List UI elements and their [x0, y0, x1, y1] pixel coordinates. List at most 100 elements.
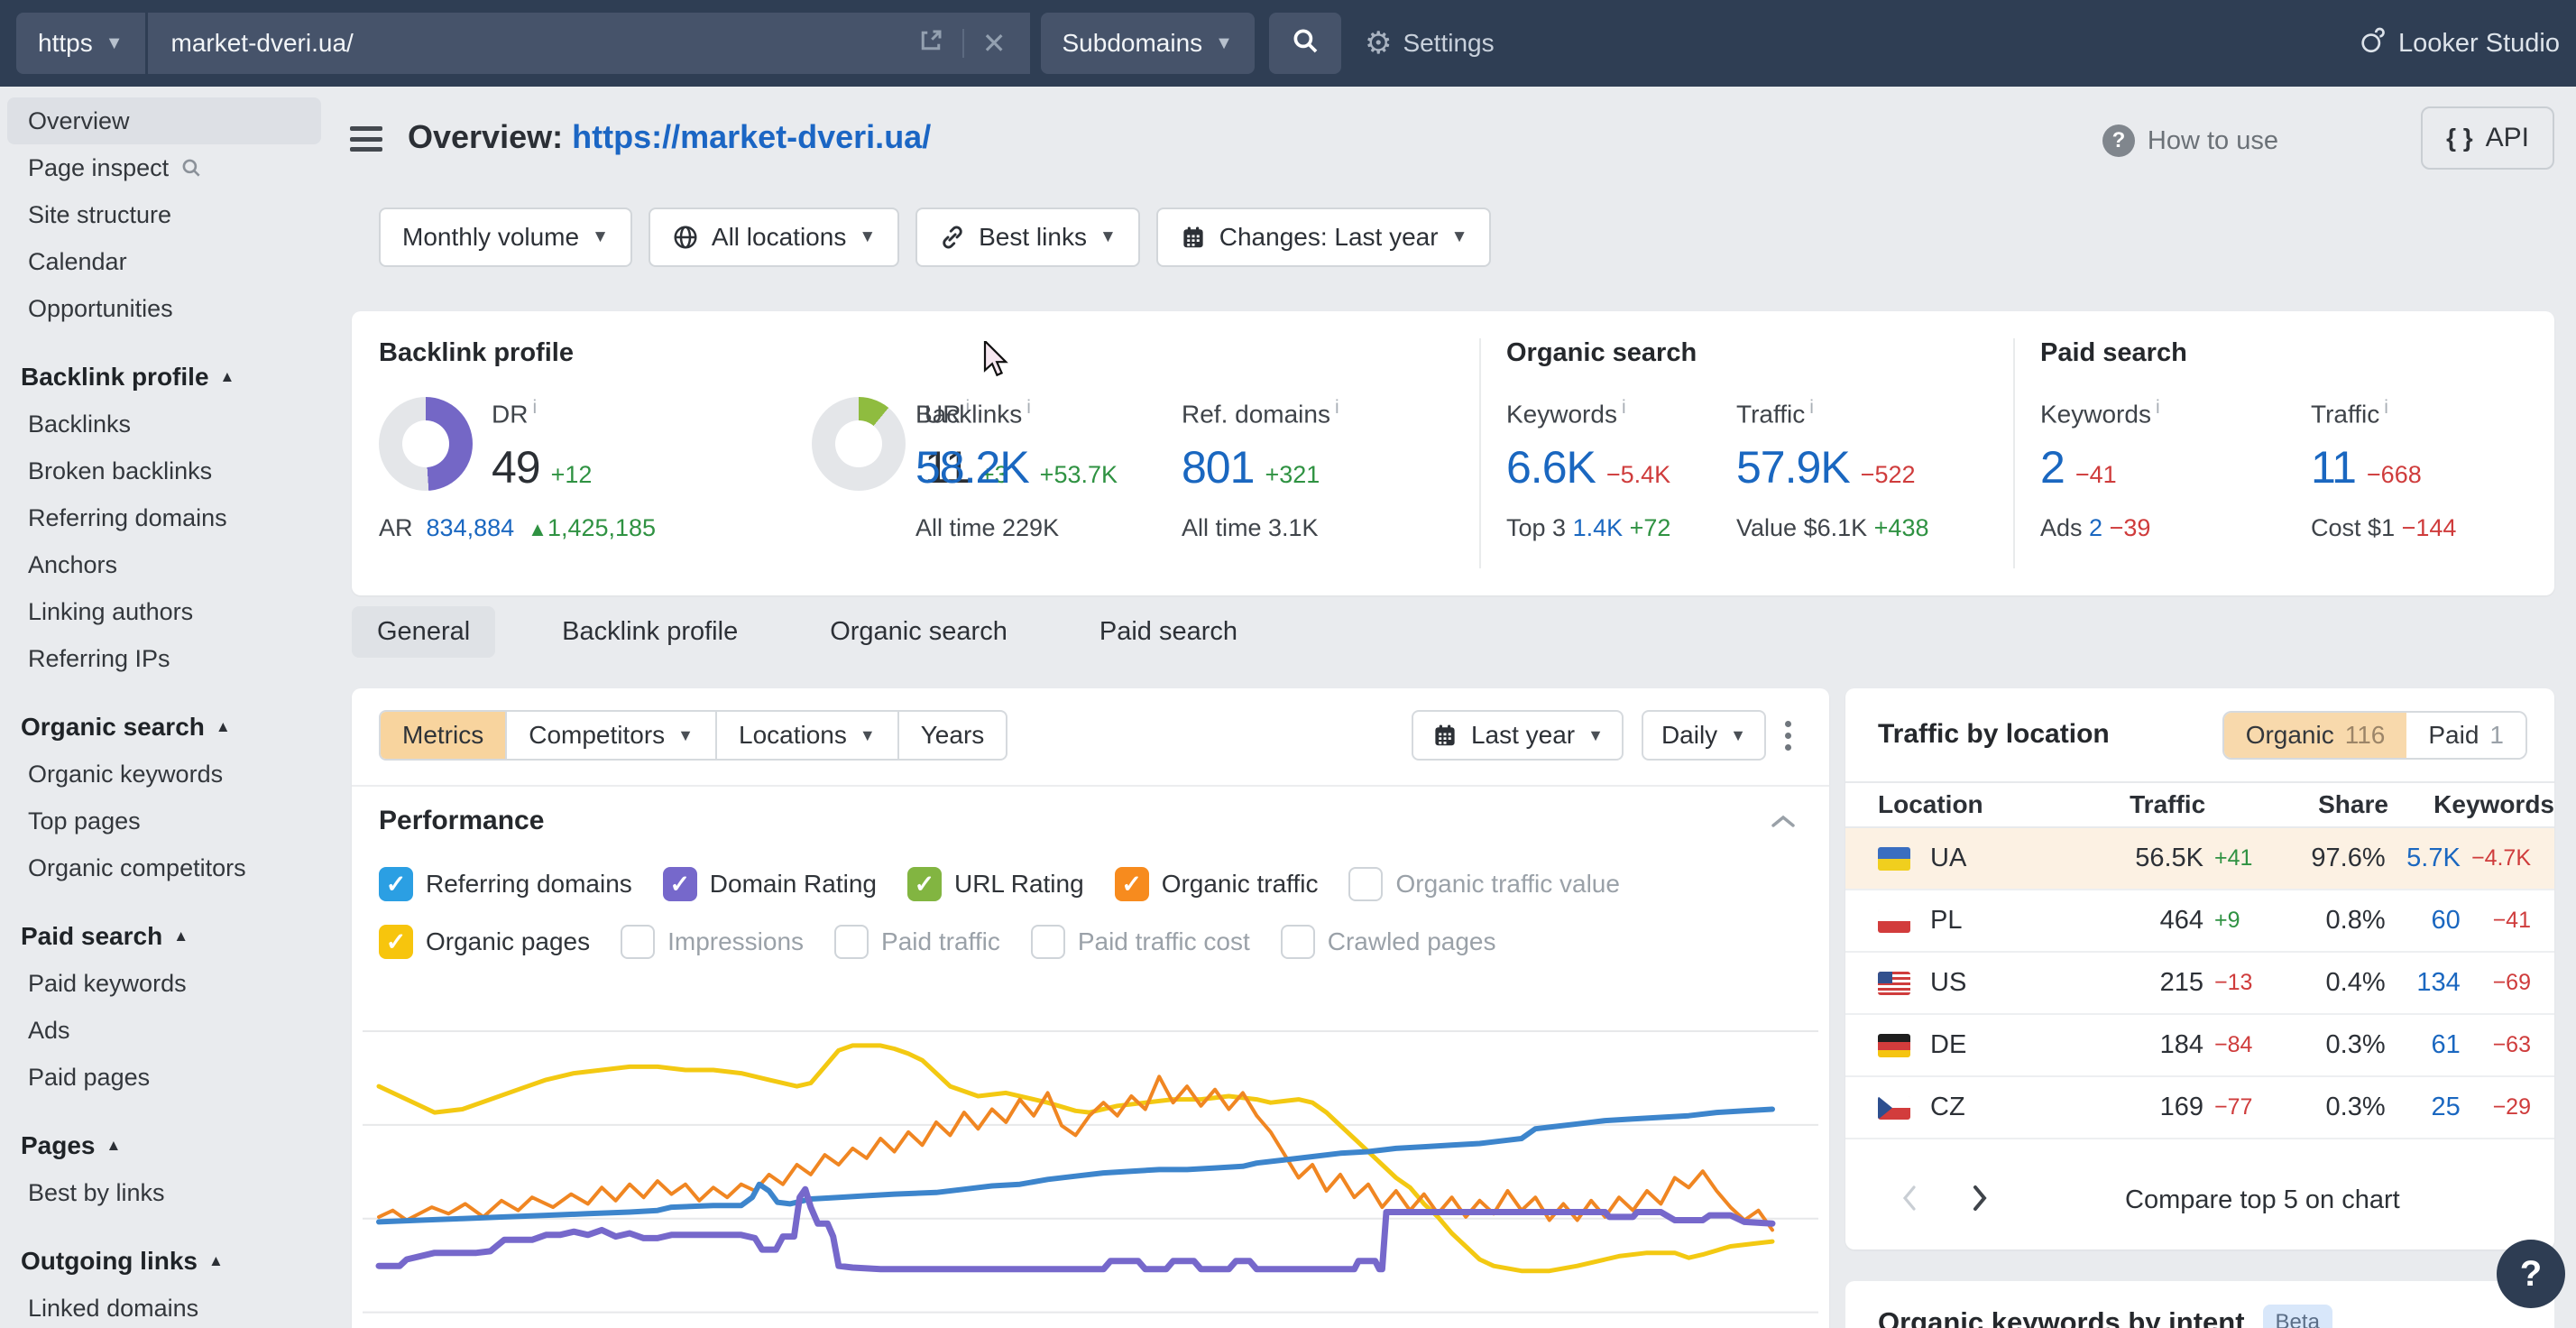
collapse-chevron-icon[interactable]: [1770, 813, 1797, 835]
more-options-icon[interactable]: [1770, 717, 1806, 753]
info-icon: i: [1335, 397, 1339, 418]
sidebar-section-backlink-profile[interactable]: Backlink profile▲: [0, 354, 328, 401]
protocol-dropdown[interactable]: https ▼: [16, 13, 145, 74]
sidebar-item-ads[interactable]: Ads: [7, 1007, 321, 1054]
sidebar-item-anchors[interactable]: Anchors: [7, 541, 321, 588]
filter-best-links[interactable]: Best links▼: [915, 208, 1140, 267]
segment-competitors[interactable]: Competitors▼: [505, 712, 715, 759]
country-code: CZ: [1930, 1093, 1965, 1122]
sidebar-section-outgoing-links[interactable]: Outgoing links▲: [0, 1238, 328, 1285]
paid-keywords-value[interactable]: 2: [2040, 441, 2065, 493]
next-page-icon[interactable]: [1970, 1184, 1990, 1217]
clear-url-icon[interactable]: ✕: [982, 26, 1007, 60]
segment-years[interactable]: Years: [897, 712, 1007, 759]
toggle-paid[interactable]: Paid 1: [2406, 713, 2525, 758]
location-row-us[interactable]: US215−130.4%134−69: [1845, 953, 2554, 1015]
tab-paid-search[interactable]: Paid search: [1074, 606, 1263, 658]
keywords-value[interactable]: 25: [2386, 1093, 2461, 1122]
open-external-icon[interactable]: [917, 27, 944, 60]
mode-dropdown[interactable]: Subdomains ▼: [1041, 13, 1255, 74]
metric-checkbox-url-rating[interactable]: ✓URL Rating: [907, 867, 1084, 901]
ref-domains-value[interactable]: 801: [1182, 441, 1254, 493]
looker-studio-button[interactable]: Looker Studio: [2359, 24, 2560, 62]
keywords-value[interactable]: 5.7K: [2386, 844, 2461, 873]
granularity-dropdown[interactable]: Daily ▼: [1642, 710, 1766, 761]
divider: [1479, 338, 1481, 568]
metric-checkbox-referring-domains[interactable]: ✓Referring domains: [379, 867, 632, 901]
sidebar-item-paid-pages[interactable]: Paid pages: [7, 1054, 321, 1101]
sidebar-item-label: Broken backlinks: [28, 457, 212, 485]
tab-organic-search[interactable]: Organic search: [805, 606, 1033, 658]
sidebar-item-calendar[interactable]: Calendar: [7, 238, 321, 285]
paid-traffic-stat: Traffici 11−668: [2311, 397, 2422, 493]
info-icon: i: [1809, 397, 1814, 418]
keywords-value[interactable]: 61: [2386, 1030, 2461, 1060]
sidebar-item-referring-domains[interactable]: Referring domains: [7, 494, 321, 541]
sidebar-item-organic-keywords[interactable]: Organic keywords: [7, 751, 321, 798]
sidebar-item-organic-competitors[interactable]: Organic competitors: [7, 844, 321, 891]
sidebar-section-pages[interactable]: Pages▲: [0, 1122, 328, 1169]
metric-checkbox-crawled-pages[interactable]: Crawled pages: [1281, 925, 1496, 959]
metric-checkbox-organic-traffic[interactable]: ✓Organic traffic: [1115, 867, 1319, 901]
filter-all-locations[interactable]: All locations▼: [649, 208, 899, 267]
location-row-cz[interactable]: CZ169−770.3%25−29: [1845, 1077, 2554, 1139]
segment-locations[interactable]: Locations▼: [715, 712, 897, 759]
location-row-de[interactable]: DE184−840.3%61−63: [1845, 1015, 2554, 1077]
ref-domains-stat: Ref. domainsi 801+321: [1182, 397, 1339, 493]
metric-checkbox-paid-traffic-cost[interactable]: Paid traffic cost: [1031, 925, 1250, 959]
metric-checkbox-organic-pages[interactable]: ✓Organic pages: [379, 925, 590, 959]
sidebar-item-site-structure[interactable]: Site structure: [7, 191, 321, 238]
filter-changes-last-year[interactable]: Changes: Last year▼: [1156, 208, 1492, 267]
sidebar-item-linking-authors[interactable]: Linking authors: [7, 588, 321, 635]
metric-checkbox-paid-traffic[interactable]: Paid traffic: [834, 925, 1000, 959]
location-pager: Compare top 5 on chart: [1845, 1184, 2554, 1217]
metric-checkbox-domain-rating[interactable]: ✓Domain Rating: [663, 867, 877, 901]
sidebar-item-page-inspect[interactable]: Page inspect: [7, 144, 321, 191]
info-icon: i: [1026, 397, 1031, 418]
sidebar-item-broken-backlinks[interactable]: Broken backlinks: [7, 447, 321, 494]
location-table-header: LocationTrafficShareKeywords: [1845, 781, 2554, 828]
paid-cost-line: Cost $1 −144: [2311, 514, 2456, 542]
sidebar-section-organic-search[interactable]: Organic search▲: [0, 704, 328, 751]
metric-checkbox-organic-traffic-value[interactable]: Organic traffic value: [1348, 867, 1620, 901]
organic-traffic-value[interactable]: 57.9K: [1736, 441, 1850, 493]
target-url-input[interactable]: market-dveri.ua/ ✕: [148, 13, 1030, 74]
sidebar-item-paid-keywords[interactable]: Paid keywords: [7, 960, 321, 1007]
location-row-ua[interactable]: UA56.5K+4197.6%5.7K−4.7K: [1845, 828, 2554, 890]
toggle-organic[interactable]: Organic 116: [2224, 713, 2407, 758]
target-domain-link[interactable]: https://market-dveri.ua/: [572, 118, 931, 155]
tab-general[interactable]: General: [352, 606, 495, 658]
sidebar-item-referring-ips[interactable]: Referring IPs: [7, 635, 321, 682]
sidebar-item-top-pages[interactable]: Top pages: [7, 798, 321, 844]
sidebar-item-overview[interactable]: Overview: [7, 97, 321, 144]
sidebar-item-opportunities[interactable]: Opportunities: [7, 285, 321, 332]
sidebar-section-paid-search[interactable]: Paid search▲: [0, 913, 328, 960]
sidebar-item-linked-domains[interactable]: Linked domains: [7, 1285, 321, 1328]
how-to-use-button[interactable]: ? How to use: [2102, 124, 2278, 157]
settings-button[interactable]: ⚙ Settings: [1365, 28, 1495, 59]
sidebar-item-backlinks[interactable]: Backlinks: [7, 401, 321, 447]
filter-monthly-volume[interactable]: Monthly volume▼: [379, 208, 632, 267]
keywords-value[interactable]: 60: [2386, 906, 2461, 936]
compare-top5-link[interactable]: Compare top 5 on chart: [2125, 1185, 2400, 1215]
organic-keywords-value[interactable]: 6.6K: [1506, 441, 1596, 493]
sidebar-item-best-by-links[interactable]: Best by links: [7, 1169, 321, 1216]
performance-chart[interactable]: [352, 988, 1829, 1328]
menu-icon[interactable]: [350, 126, 382, 152]
tab-backlink-profile[interactable]: Backlink profile: [537, 606, 763, 658]
api-button[interactable]: { } API: [2421, 106, 2554, 170]
period-dropdown[interactable]: Last year ▼: [1412, 710, 1624, 761]
metric-checkbox-impressions[interactable]: Impressions: [621, 925, 804, 959]
prev-page-icon[interactable]: [1900, 1184, 1919, 1217]
top-bar: https ▼ market-dveri.ua/ ✕ Subdomains ▼ …: [0, 0, 2576, 87]
backlinks-value[interactable]: 58.2K: [915, 441, 1029, 493]
segment-metrics[interactable]: Metrics: [381, 712, 505, 759]
paid-traffic-value[interactable]: 11: [2311, 441, 2356, 493]
traffic-value: 56.5K: [2076, 844, 2203, 873]
keywords-delta: −69: [2461, 970, 2554, 996]
keywords-value[interactable]: 134: [2386, 968, 2461, 998]
help-button[interactable]: ?: [2497, 1240, 2565, 1308]
search-button[interactable]: [1269, 13, 1341, 74]
ar-value[interactable]: 834,884: [427, 514, 515, 541]
location-row-pl[interactable]: PL464+90.8%60−41: [1845, 890, 2554, 953]
